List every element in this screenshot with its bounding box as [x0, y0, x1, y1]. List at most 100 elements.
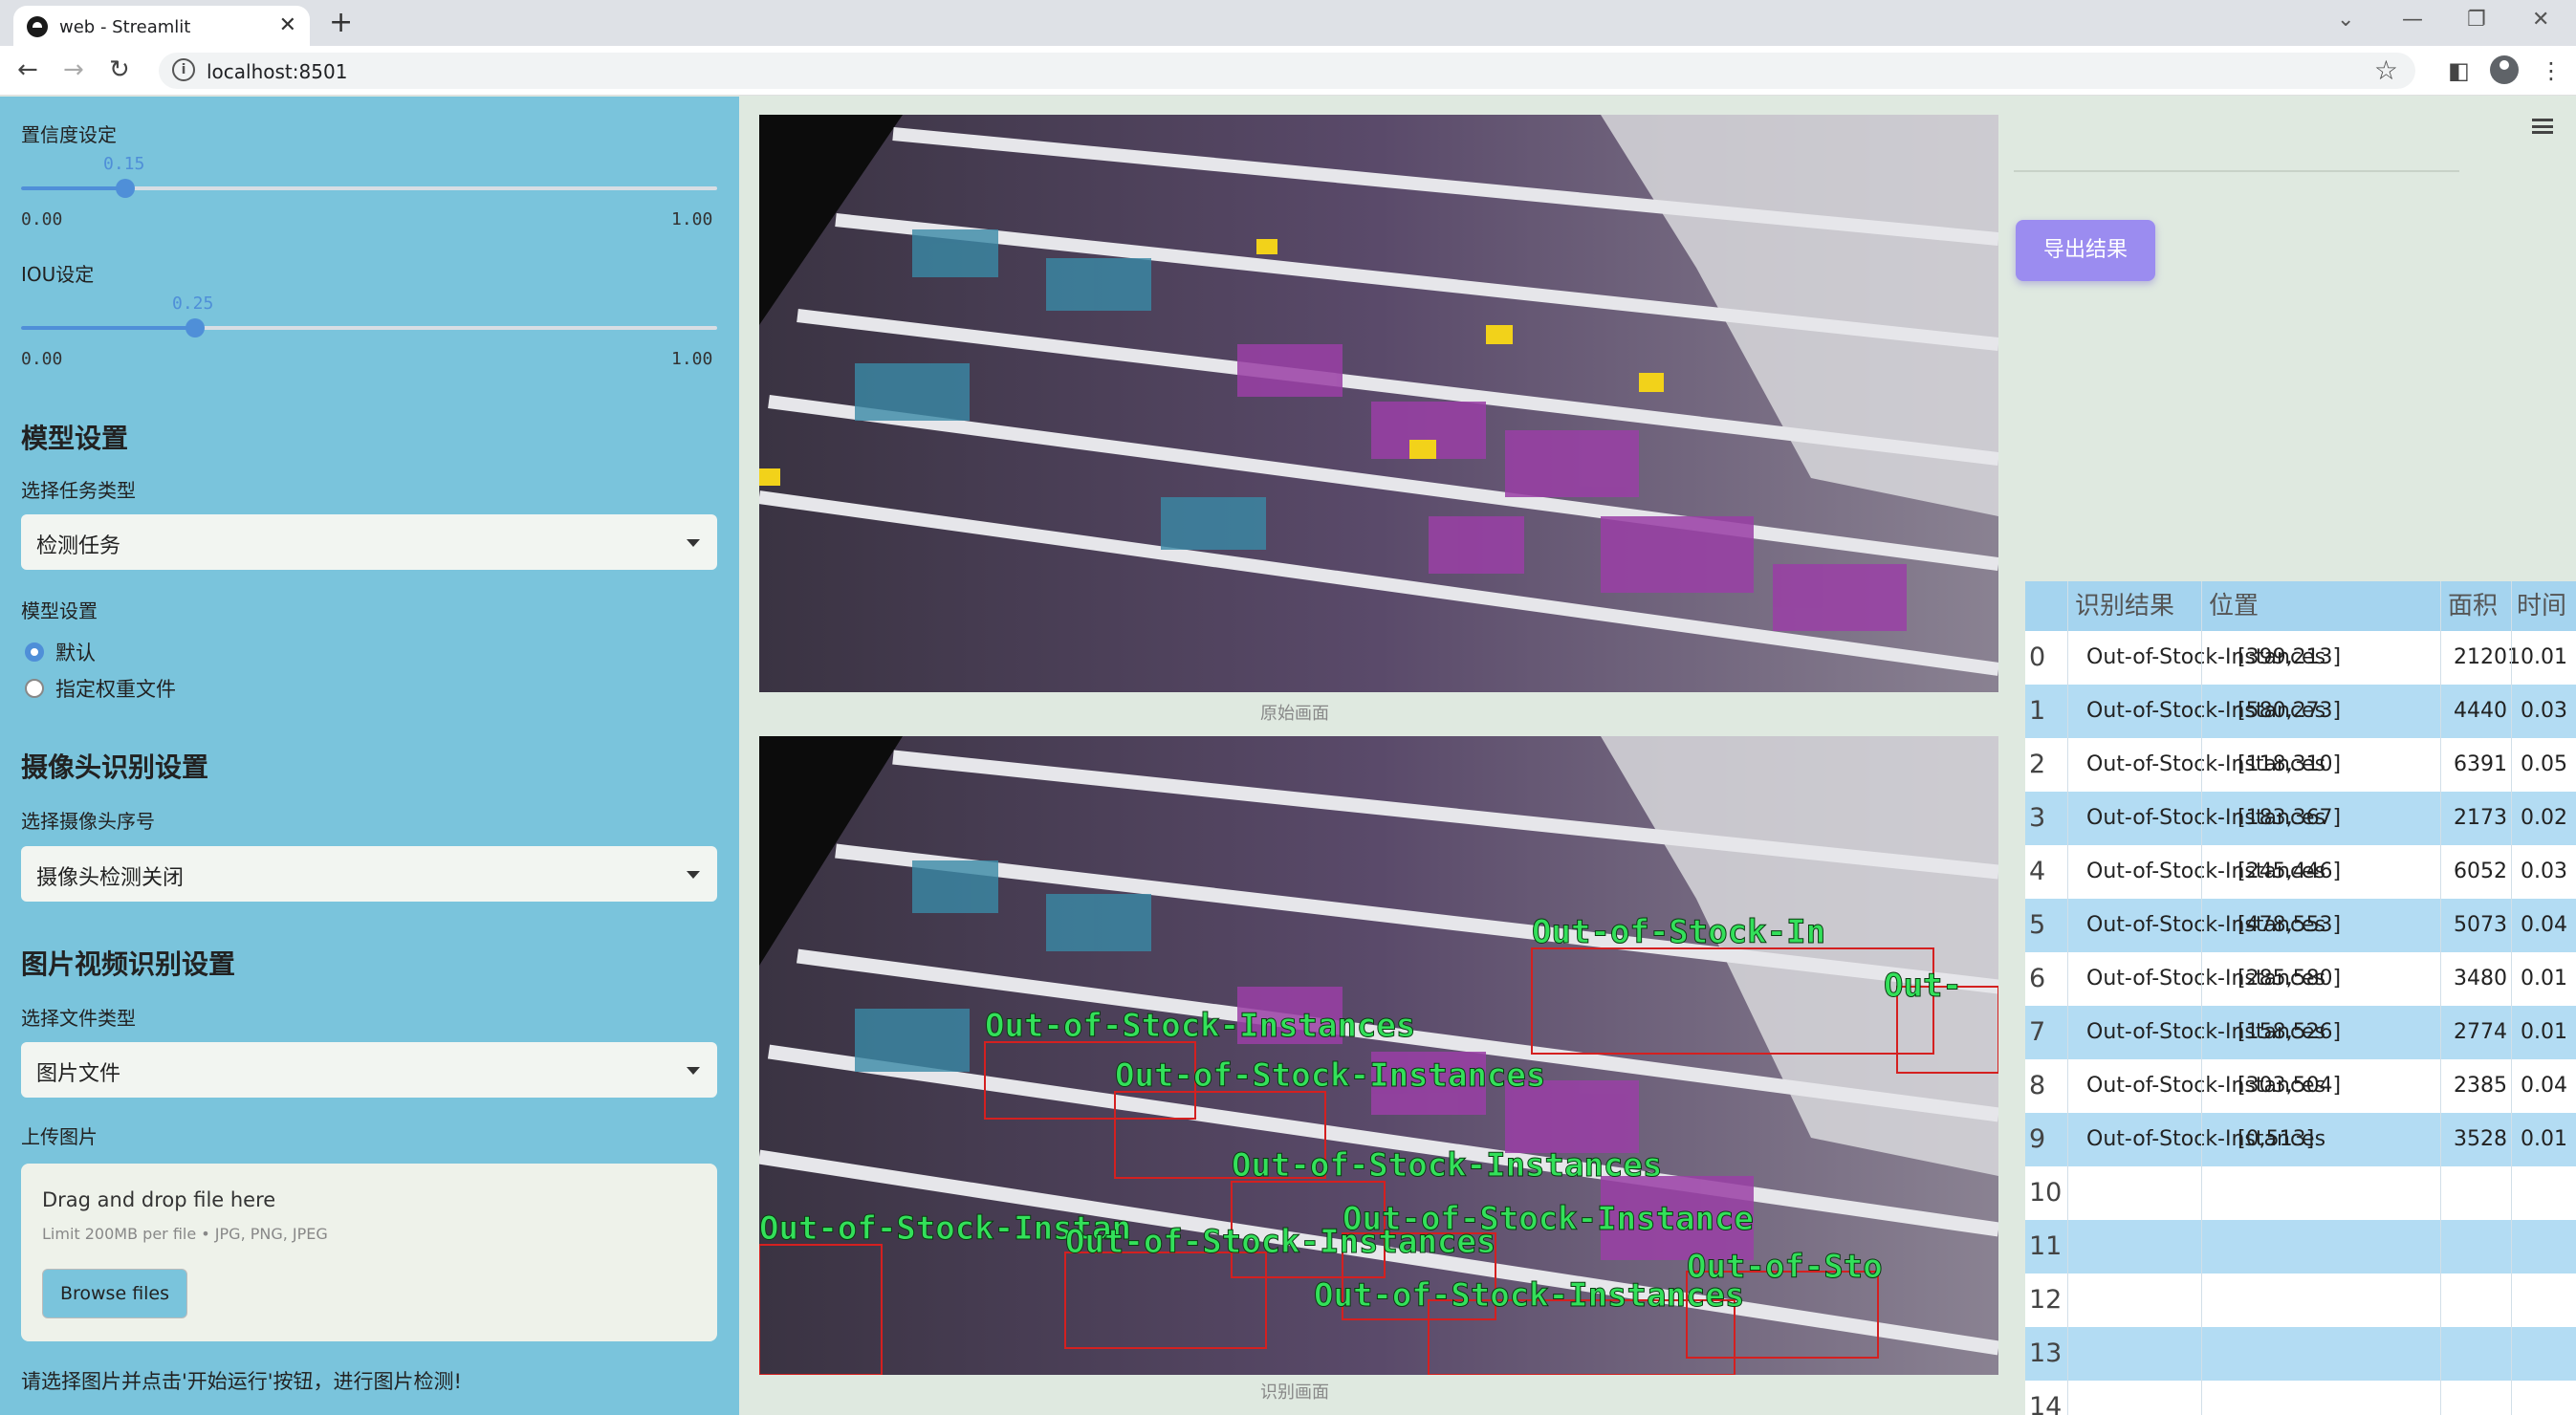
cell-time: 0.01 [2521, 1020, 2567, 1044]
column-divider [2067, 581, 2068, 1415]
tab-search-icon[interactable]: ⌄ [2337, 8, 2354, 32]
table-row[interactable]: 6 Out-of-Stock-Instances [285,580] 3480 0.01 [2025, 952, 2576, 1006]
row-index: 1 [2029, 696, 2046, 726]
column-header-area[interactable]: 面积 [2448, 581, 2498, 631]
cell-area: 3480 [2454, 967, 2507, 990]
table-row[interactable]: 5 Out-of-Stock-Instances [478,553] 5073 0.04 [2025, 899, 2576, 952]
url-field[interactable]: i localhost:8501 ☆ [159, 53, 2415, 89]
back-icon[interactable]: ← [17, 55, 38, 84]
camera-index-select[interactable]: 摄像头检测关闭 [21, 846, 717, 902]
table-row[interactable]: 2 Out-of-Stock-Instances [118,310] 6391 0.05 [2025, 738, 2576, 792]
cell-position: [245,446] [2238, 860, 2342, 883]
task-type-value: 检测任务 [36, 534, 121, 558]
sidebar: 置信度设定 0.15 0.00 1.00 IOU设定 0.25 0.00 1.0… [0, 97, 739, 1415]
table-row[interactable]: 1 Out-of-Stock-Instances [580,273] 4440 0.03 [2025, 685, 2576, 738]
sidebar-hint-text: 请选择图片并点击'开始运行'按钮，进行图片检测! [21, 1370, 462, 1393]
model-weights-radio[interactable] [25, 679, 44, 698]
iou-slider[interactable] [21, 318, 717, 337]
window-close-icon[interactable]: ✕ [2532, 8, 2549, 32]
tab-title: web - Streamlit [59, 17, 191, 37]
model-default-label: 默认 [55, 642, 96, 664]
table-row[interactable]: 4 Out-of-Stock-Instances [245,446] 6052 0.03 [2025, 845, 2576, 899]
row-index: 12 [2029, 1285, 2063, 1315]
table-row[interactable]: 7 Out-of-Stock-Instances [158,526] 2774 0.01 [2025, 1006, 2576, 1059]
profile-avatar-icon[interactable] [2490, 55, 2519, 84]
model-choice-label: 模型设置 [21, 599, 98, 622]
confidence-slider[interactable] [21, 179, 717, 198]
table-row[interactable]: 0 Out-of-Stock-Instances [399,213] 21201 0.0… [2025, 631, 2576, 685]
cell-time: 0.01 [2521, 645, 2567, 669]
cell-area: 4440 [2454, 699, 2507, 723]
export-results-button[interactable]: 导出结果 [2016, 220, 2155, 281]
site-info-icon[interactable]: i [172, 58, 195, 81]
reload-icon[interactable]: ↻ [109, 55, 130, 84]
table-row[interactable]: 8 Out-of-Stock-Instances [303,504] 2385 0.04 [2025, 1059, 2576, 1113]
row-index: 13 [2029, 1339, 2063, 1368]
column-header-position[interactable]: 位置 [2209, 581, 2259, 631]
cell-position: [118,310] [2238, 752, 2342, 776]
upload-label: 上传图片 [21, 1125, 98, 1148]
row-index: 4 [2029, 857, 2046, 886]
cell-time: 0.02 [2521, 806, 2567, 830]
cell-position: [303,504] [2238, 1074, 2342, 1098]
streamlit-favicon-icon [27, 16, 48, 37]
table-row[interactable]: 14 [2025, 1381, 2576, 1415]
restore-icon[interactable]: ❐ [2467, 8, 2486, 32]
tab-close-icon[interactable]: ✕ [279, 13, 296, 37]
confidence-max: 1.00 [671, 209, 713, 229]
forward-icon[interactable]: → [63, 55, 84, 84]
table-row[interactable]: 12 [2025, 1274, 2576, 1327]
new-tab-icon[interactable]: + [329, 6, 353, 39]
file-uploader-dropzone[interactable]: Drag and drop file here Limit 200MB per … [21, 1164, 717, 1341]
minimize-icon[interactable]: — [2402, 8, 2423, 32]
chevron-down-icon [687, 539, 700, 547]
iou-max: 1.00 [671, 349, 713, 369]
browser-tab[interactable]: web - Streamlit ✕ [13, 6, 310, 46]
cell-area: 2173 [2454, 806, 2507, 830]
camera-index-label: 选择摄像头序号 [21, 810, 155, 833]
iou-slider-thumb[interactable] [186, 318, 205, 337]
confidence-slider-thumb[interactable] [116, 179, 136, 198]
browser-menu-icon[interactable]: ⋮ [2540, 57, 2563, 84]
row-index: 9 [2029, 1124, 2046, 1154]
model-default-radio[interactable] [25, 642, 44, 662]
browse-files-button[interactable]: Browse files [42, 1269, 187, 1318]
table-row[interactable]: 13 [2025, 1327, 2576, 1381]
column-header-result[interactable]: 识别结果 [2075, 581, 2174, 631]
column-header-time[interactable]: 时间 [2517, 581, 2566, 631]
hamburger-menu-icon[interactable] [2532, 119, 2553, 134]
file-type-select[interactable]: 图片文件 [21, 1042, 717, 1098]
row-index: 6 [2029, 964, 2046, 993]
detection-label: Out-of-Stock-Instances [1232, 1146, 1662, 1185]
cell-time: 0.05 [2521, 752, 2567, 776]
row-index: 3 [2029, 803, 2046, 833]
original-image [759, 115, 1998, 692]
task-type-select[interactable]: 检测任务 [21, 514, 717, 570]
cell-position: [580,273] [2238, 699, 2342, 723]
upload-limit-text: Limit 200MB per file • JPG, PNG, JPEG [42, 1225, 328, 1243]
cell-area: 5073 [2454, 913, 2507, 937]
iou-slider-fill [21, 326, 195, 330]
camera-index-value: 摄像头检测关闭 [36, 866, 185, 890]
detection-label: Out-of-Stock-Instances [1314, 1276, 1744, 1315]
confidence-label: 置信度设定 [21, 123, 117, 146]
confidence-value: 0.15 [103, 154, 145, 174]
cell-time: 0.01 [2521, 967, 2567, 990]
cell-area: 3528 [2454, 1127, 2507, 1151]
camera-settings-header: 摄像头识别设置 [21, 751, 209, 783]
column-divider [2440, 581, 2441, 1415]
iou-label: IOU设定 [21, 263, 95, 286]
table-row[interactable]: 11 [2025, 1220, 2576, 1274]
url-text: localhost:8501 [207, 60, 348, 83]
column-divider [2511, 581, 2512, 1415]
table-row[interactable]: 9 Out-of-Stock-Instances [0,513] 3528 0.01 [2025, 1113, 2576, 1166]
cell-area: 2385 [2454, 1074, 2507, 1098]
table-row[interactable]: 3 Out-of-Stock-Instances [183,367] 2173 0.02 [2025, 792, 2576, 845]
table-row[interactable]: 10 [2025, 1166, 2576, 1220]
browser-tab-bar: web - Streamlit ✕ + ⌄ — ❐ ✕ [0, 0, 2576, 46]
file-type-label: 选择文件类型 [21, 1007, 136, 1030]
model-settings-header: 模型设置 [21, 423, 129, 454]
side-panel-icon[interactable]: ◧ [2448, 57, 2470, 84]
cell-position: [399,213] [2238, 645, 2342, 669]
bookmark-star-icon[interactable]: ☆ [2374, 54, 2398, 86]
